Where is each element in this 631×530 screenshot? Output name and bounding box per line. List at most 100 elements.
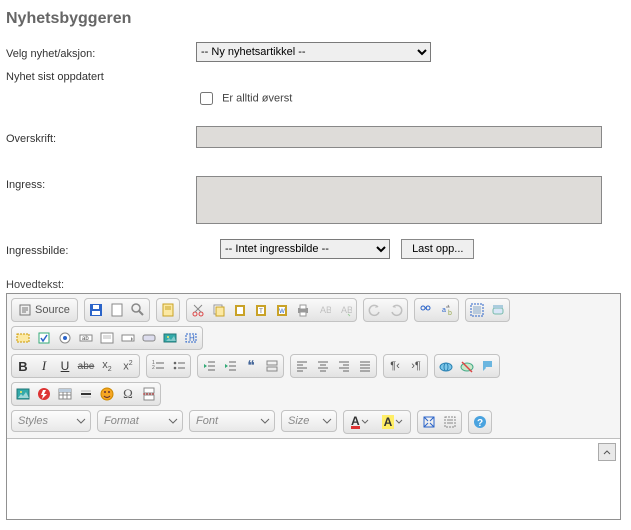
numlist-button[interactable]: 12 <box>148 356 168 376</box>
checkbox-alltid-overst[interactable] <box>200 92 213 105</box>
textarea-ingress[interactable] <box>196 176 602 224</box>
format-combo[interactable]: Format <box>97 410 183 432</box>
showblocks-button[interactable] <box>440 412 460 432</box>
hr-button[interactable] <box>76 384 96 404</box>
save-button[interactable] <box>86 300 106 320</box>
ltr-button[interactable]: ¶‹ <box>385 356 405 376</box>
table-button[interactable] <box>55 384 75 404</box>
redo-button[interactable] <box>386 300 406 320</box>
textcolor-button[interactable]: A <box>345 412 375 432</box>
button-field-button[interactable] <box>139 328 159 348</box>
selectall-button[interactable] <box>467 300 487 320</box>
bgcolor-button[interactable]: A <box>376 412 410 432</box>
strike-button[interactable]: abe <box>76 356 96 376</box>
button-last-opp[interactable]: Last opp... <box>401 239 474 259</box>
find-button[interactable] <box>416 300 436 320</box>
select-ingressbilde[interactable]: -- Intet ingressbilde -- <box>220 239 390 259</box>
cut-button[interactable] <box>188 300 208 320</box>
underline-button[interactable]: U <box>55 356 75 376</box>
size-combo[interactable]: Size <box>281 410 337 432</box>
chevron-up-icon <box>603 448 611 456</box>
font-combo[interactable]: Font <box>189 410 275 432</box>
align-center-button[interactable] <box>313 356 333 376</box>
align-left-button[interactable] <box>292 356 312 376</box>
textarea-button[interactable] <box>97 328 117 348</box>
textarea-icon <box>100 331 114 345</box>
imagebutton-button[interactable] <box>160 328 180 348</box>
label-velg-nyhet: Velg nyhet/aksjon: <box>6 45 196 60</box>
copy-button[interactable] <box>209 300 229 320</box>
anchor-button[interactable] <box>478 356 498 376</box>
bold-icon: B <box>18 359 27 374</box>
image-button[interactable] <box>13 384 33 404</box>
form-icon <box>16 331 30 345</box>
maximize-button[interactable] <box>419 412 439 432</box>
textcolor-icon: A <box>351 416 360 429</box>
editor-toolbar: Source T W AB AB <box>7 294 620 439</box>
align-center-icon <box>316 359 330 373</box>
cut-icon <box>191 303 205 317</box>
styles-combo[interactable]: Styles <box>11 410 91 432</box>
checkbox-button[interactable] <box>34 328 54 348</box>
paste-word-button[interactable]: W <box>272 300 292 320</box>
rtl-button[interactable]: ›¶ <box>406 356 426 376</box>
templates-button[interactable] <box>158 300 178 320</box>
spellcheck2-button[interactable]: AB <box>335 300 355 320</box>
italic-button[interactable]: I <box>34 356 54 376</box>
outdent-icon <box>202 359 216 373</box>
editor-collapse-button[interactable] <box>598 443 616 461</box>
align-right-button[interactable] <box>334 356 354 376</box>
label-alltid-overst: Er alltid øverst <box>222 92 292 104</box>
pagebreak-button[interactable] <box>139 384 159 404</box>
spellcheck2-icon: AB <box>338 303 352 317</box>
styles-combo-label: Styles <box>18 415 48 427</box>
div-icon <box>265 359 279 373</box>
div-button[interactable] <box>262 356 282 376</box>
undo-button[interactable] <box>365 300 385 320</box>
spellcheck-button[interactable]: AB <box>314 300 334 320</box>
input-overskrift[interactable] <box>196 126 602 148</box>
paste-button[interactable] <box>230 300 250 320</box>
print-icon <box>296 303 310 317</box>
paste-text-button[interactable]: T <box>251 300 271 320</box>
preview-button[interactable] <box>128 300 148 320</box>
source-label: Source <box>35 304 70 316</box>
paste-word-icon: W <box>275 303 289 317</box>
newpage-button[interactable] <box>107 300 127 320</box>
blockquote-button[interactable]: ❝ <box>241 356 261 376</box>
editor-body[interactable] <box>7 439 620 519</box>
chevron-down-icon <box>361 418 369 426</box>
align-justify-button[interactable] <box>355 356 375 376</box>
superscript-button[interactable]: x2 <box>118 356 138 376</box>
smiley-button[interactable] <box>97 384 117 404</box>
form-button[interactable] <box>13 328 33 348</box>
rtl-icon: ›¶ <box>411 360 421 372</box>
replace-button[interactable]: ab <box>437 300 457 320</box>
label-hovedtekst: Hovedtekst: <box>6 279 625 291</box>
removeformat-button[interactable] <box>488 300 508 320</box>
about-button[interactable]: ? <box>470 412 490 432</box>
italic-icon: I <box>42 358 46 374</box>
showblocks-icon <box>443 415 457 429</box>
link-icon <box>438 359 454 373</box>
indent-icon <box>223 359 237 373</box>
link-button[interactable] <box>436 356 456 376</box>
subscript-button[interactable]: x2 <box>97 356 117 376</box>
bullist-button[interactable] <box>169 356 189 376</box>
specialchar-button[interactable]: Ω <box>118 384 138 404</box>
selectfield-button[interactable] <box>118 328 138 348</box>
numlist-icon: 12 <box>151 359 165 373</box>
radio-button[interactable] <box>55 328 75 348</box>
label-overskrift: Overskrift: <box>6 130 196 145</box>
outdent-button[interactable] <box>199 356 219 376</box>
bold-button[interactable]: B <box>13 356 33 376</box>
source-button[interactable]: Source <box>13 300 76 320</box>
specialchar-icon: Ω <box>123 386 133 402</box>
flash-button[interactable] <box>34 384 54 404</box>
textfield-button[interactable]: ab <box>76 328 96 348</box>
hiddenfield-button[interactable]: H <box>181 328 201 348</box>
unlink-button[interactable] <box>457 356 477 376</box>
indent-button[interactable] <box>220 356 240 376</box>
print-button[interactable] <box>293 300 313 320</box>
select-nyhet[interactable]: -- Ny nyhetsartikkel -- <box>196 42 431 62</box>
